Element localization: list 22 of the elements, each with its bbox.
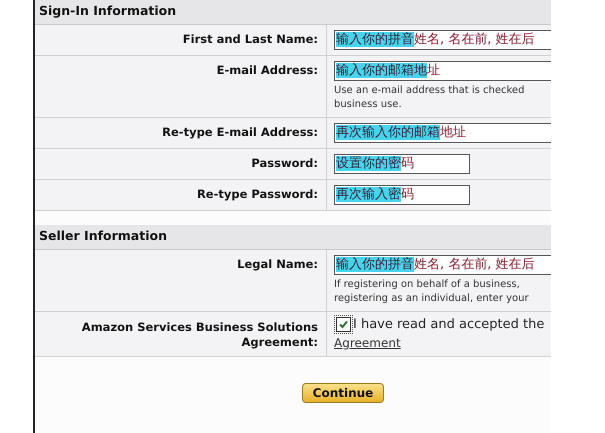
agreement-text: I have read and accepted the <box>353 317 544 332</box>
hint-text: Use an e-mail address that is checked business use. <box>334 84 526 112</box>
input-field[interactable]: 输入你的拼音姓名, 名在前, 姓在后 <box>334 30 551 50</box>
section-header: Sign-In Information <box>35 0 551 25</box>
continue-button[interactable]: Continue <box>302 383 384 403</box>
input-field[interactable]: 设置你的密码 <box>334 154 470 174</box>
checkmark-icon <box>338 319 349 330</box>
field-label: Re-type Password: <box>196 187 318 201</box>
input-field[interactable]: 再次输入密码 <box>334 185 470 205</box>
field-label: E-mail Address: <box>216 63 318 77</box>
agreement-link[interactable]: Agreement <box>334 336 401 350</box>
input-field[interactable]: 输入你的邮箱地址 <box>334 61 551 81</box>
field-label: Legal Name: <box>237 257 318 271</box>
field-label: Amazon Services Business Solutions Agreement: <box>82 320 318 349</box>
hint-text: If registering on behalf of a business, registering as an individual, enter your <box>334 278 530 306</box>
section-header: Seller Information <box>35 225 551 250</box>
checkbox[interactable] <box>336 317 351 332</box>
input-field[interactable]: 输入你的拼音姓名, 名在前, 姓在后 <box>334 255 551 275</box>
input-field[interactable]: 再次输入你的邮箱地址 <box>334 123 551 143</box>
field-label: Password: <box>251 156 318 170</box>
field-label: Re-type E-mail Address: <box>162 125 318 139</box>
field-label: First and Last Name: <box>182 32 318 46</box>
